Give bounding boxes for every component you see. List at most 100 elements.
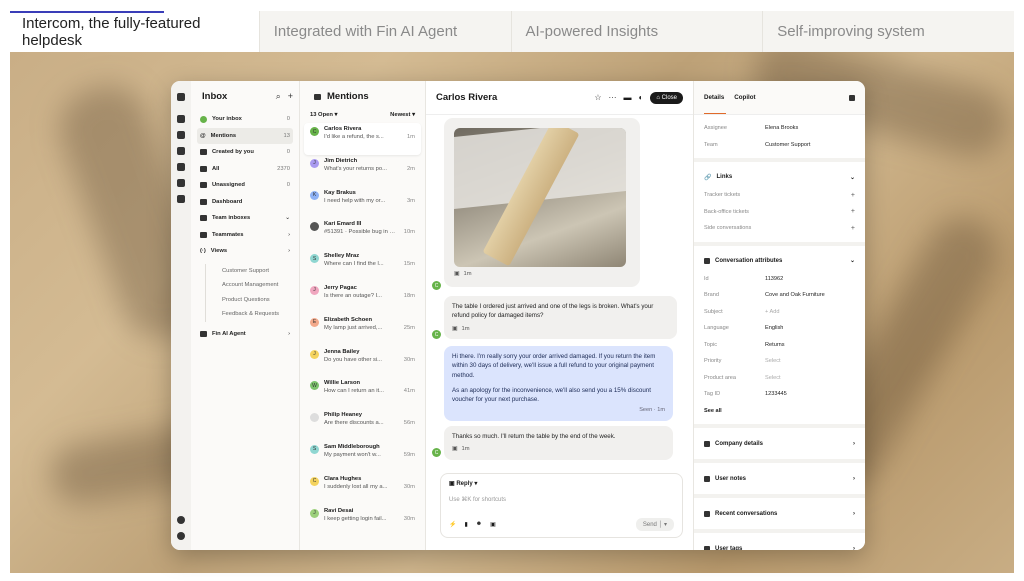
sidebar-toggle-icon[interactable] [314,93,321,100]
nav-dashboard[interactable]: Dashboard [197,194,293,211]
assignee-label: Assignee [704,125,728,132]
contact-avatar: J [310,158,319,168]
nav-unassigned[interactable]: Unassigned 0 [197,177,293,194]
attribute-value[interactable]: 113962 [765,276,783,282]
attribute-row[interactable]: Topic Returns [704,337,855,354]
conversation-item[interactable]: J Jim Dietrich What's your returns po... 2m [304,155,421,187]
chevron-down-icon[interactable]: ⌄ [850,257,855,264]
settings-icon[interactable] [177,516,185,524]
lightning-icon[interactable]: ⚡ [449,521,456,528]
view-item[interactable]: Account Management [205,278,293,293]
attribute-row[interactable]: Subject + Add [704,304,855,321]
nav-your-inbox[interactable]: Your inbox 0 [197,111,293,128]
conversation-item[interactable]: S Shelley Mraz Where can I find the l... 15… [304,250,421,282]
message-preview: How can I return an it... [324,388,384,395]
attribute-row[interactable]: Id 113962 [704,271,855,288]
attribute-row[interactable]: Brand Cove and Oak Furniture [704,287,855,304]
view-item[interactable]: Product Questions [205,292,293,307]
collapsed-section[interactable]: User tags › [694,533,865,550]
conversation-item[interactable]: K Kay Brakus I need help with my or... 3m [304,187,421,219]
nav-fin-ai-agent[interactable]: Fin AI Agent › [197,326,293,343]
attribute-value[interactable]: + Add [765,309,779,315]
broken-table-leg-photo[interactable] [454,128,626,267]
conversation-item[interactable]: Kari Emard III #51391 · Possible bug in o… [304,218,421,250]
attribute-value[interactable]: Returns [765,342,785,348]
outbound-icon[interactable] [177,179,185,187]
add-tracker-ticket-button[interactable]: + [851,192,855,199]
attribute-value[interactable]: Select [765,375,781,381]
conversation-item[interactable]: J Jerry Pagac Is there an outage? I... 18m [304,282,421,314]
nav-views[interactable]: (·) Views › [197,243,293,260]
nav-all[interactable]: All 2370 [197,161,293,178]
more-icon[interactable]: ··· [609,93,617,102]
chevron-right-icon: › [288,330,290,337]
conversation-item[interactable]: W Willie Larson How can I return an it... 4… [304,377,421,409]
send-button[interactable]: Send │ ▾ [635,518,674,531]
see-all-link[interactable]: See all [704,403,855,420]
close-button[interactable]: ⌂ Close [650,91,683,104]
attribute-row[interactable]: Tag ID 1233445 [704,386,855,403]
open-filter[interactable]: 13 Open ▾ [310,112,337,118]
add-icon[interactable]: + [288,91,293,102]
panel-toggle-icon[interactable] [849,94,855,101]
view-item[interactable]: Customer Support [205,263,293,278]
conversation-item[interactable]: J Jenna Bailey Do you have other si... 30m [304,346,421,378]
grid-icon[interactable] [177,93,185,101]
star-icon[interactable]: ☆ [594,93,601,102]
collapsed-section[interactable]: User notes › [694,463,865,498]
attribute-value[interactable]: Select [765,358,781,364]
view-item[interactable]: Feedback & Requests [205,307,293,322]
nav-team-inboxes[interactable]: Team inboxes ⌄ [197,210,293,227]
user-avatar-icon[interactable] [177,532,185,540]
attribute-row[interactable]: Language English [704,320,855,337]
conversation-item[interactable]: C Clara Hughes I suddenly lost all my a...… [304,473,421,505]
fin-icon[interactable] [177,131,185,139]
attribute-value[interactable]: Cove and Oak Furniture [765,292,825,298]
team-value[interactable]: Customer Support [765,142,810,148]
conversation-item[interactable]: E Elizabeth Schoen My lamp just arrived,..… [304,314,421,346]
reply-composer[interactable]: ▣ Reply ▾ Use ⌘K for shortcuts ⚡ ▮ ☻ ▣ S… [440,473,683,538]
attachment-icon[interactable]: ▣ [490,521,496,528]
conversation-item[interactable]: Philip Heaney Are there discounts a... 56m [304,409,421,441]
moon-icon[interactable]: ◐ [639,93,644,102]
search-icon[interactable]: ⌕ [276,91,281,102]
conversation-item[interactable]: J Ravi Desai I keep getting login fail... 3… [304,505,421,537]
chevron-down-icon[interactable]: ⌄ [850,174,855,181]
conversation-item[interactable]: C Carlos Rivera I'd like a refund, the s..… [304,123,421,155]
collapsed-section[interactable]: Recent conversations › [694,498,865,533]
attribute-row[interactable]: Product area Select [704,370,855,387]
customer-message: The table I ordered just arrived and one… [444,296,677,340]
inbox-icon[interactable] [177,115,185,123]
intercom-app-window: Inbox ⌕ + Your inbox 0 @ Mentions 13 Created… [171,81,865,550]
tab-details[interactable]: Details [704,94,727,114]
tab-ai-insights[interactable]: AI-powered Insights [512,11,764,52]
conversation-list: C Carlos Rivera I'd like a refund, the s..… [304,123,421,536]
reply-mode-dropdown[interactable]: Reply [456,481,472,487]
nav-created-by-you[interactable]: Created by you 0 [197,144,293,161]
tab-self-improving[interactable]: Self-improving system [763,11,1014,52]
contacts-icon[interactable] [177,195,185,203]
emoji-icon[interactable]: ☻ [476,521,482,528]
bookmark-icon[interactable]: ▮ [464,521,467,528]
add-side-conversation-button[interactable]: + [851,225,855,232]
sort-dropdown[interactable]: Newest ▾ [390,112,415,118]
snooze-icon[interactable]: ▬ [624,93,632,102]
reports-icon[interactable] [177,163,185,171]
nav-count: 0 [286,149,290,156]
nav-mentions[interactable]: @ Mentions 13 [197,127,293,144]
contact-name: Kay Brakus [324,189,356,196]
book-icon[interactable] [177,147,185,155]
collapsed-section[interactable]: Company details › [694,428,865,463]
conversation-item[interactable]: S Sam Middleborough My payment won't w... 5… [304,441,421,473]
tab-fin-ai-agent[interactable]: Integrated with Fin AI Agent [260,11,512,52]
nav-teammates[interactable]: Teammates › [197,227,293,244]
tab-helpdesk[interactable]: Intercom, the fully-featured helpdesk [10,11,260,52]
attribute-value[interactable]: English [765,325,783,331]
tab-copilot[interactable]: Copilot [734,94,755,101]
team-label: Team [704,141,718,148]
attribute-value[interactable]: 1233445 [765,391,787,397]
add-back-office-ticket-button[interactable]: + [851,208,855,215]
assignee-value[interactable]: Elena Brooks [765,125,798,131]
attribute-row[interactable]: Priority Select [704,353,855,370]
reply-input[interactable]: Use ⌘K for shortcuts [449,496,674,503]
